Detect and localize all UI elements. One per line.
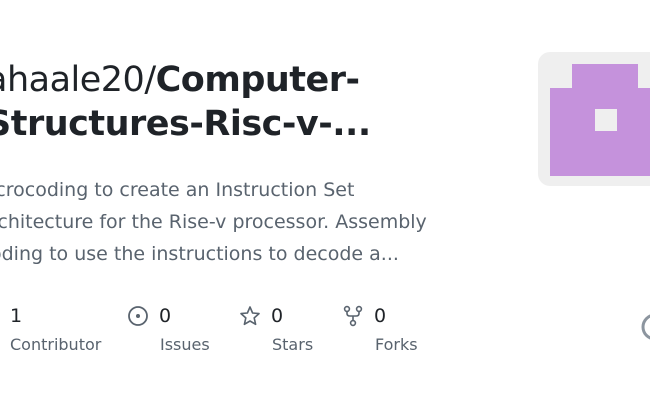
description-line: oding to use the instructions to decode … (0, 243, 399, 265)
repo-stats: 1 Contributor 0 Issues 0 Stars 0 Forks (0, 300, 480, 360)
repo-name[interactable]: Computer- (156, 60, 360, 100)
stat-stars[interactable]: 0 Stars (239, 300, 313, 360)
forks-count: 0 (374, 305, 387, 327)
description-line: rchitecture for the Rise-v processor. As… (0, 211, 427, 233)
stat-forks[interactable]: 0 Forks (342, 300, 418, 360)
issue-icon (127, 305, 149, 327)
repo-description: icrocoding to create an Instruction Set … (0, 174, 470, 270)
star-icon (239, 305, 261, 327)
forks-label: Forks (375, 335, 418, 354)
repo-owner[interactable]: ahaale20/ (0, 60, 156, 100)
stat-contributors[interactable]: 1 Contributor (10, 300, 101, 360)
description-line: icrocoding to create an Instruction Set (0, 179, 355, 201)
contributors-label: Contributor (10, 335, 102, 354)
stars-count: 0 (271, 305, 284, 327)
issues-count: 0 (159, 305, 172, 327)
repo-title[interactable]: ahaale20/Computer- Structures-Risc-v-... (0, 58, 486, 146)
identicon-icon (550, 64, 650, 176)
github-logo-icon (640, 312, 650, 342)
contributors-count: 1 (10, 305, 23, 327)
issues-label: Issues (160, 335, 210, 354)
repo-name-continued[interactable]: Structures-Risc-v-... (0, 102, 486, 146)
fork-icon (342, 305, 364, 327)
stat-issues[interactable]: 0 Issues (127, 300, 210, 360)
owner-avatar[interactable] (538, 52, 650, 186)
stars-label: Stars (272, 335, 314, 354)
